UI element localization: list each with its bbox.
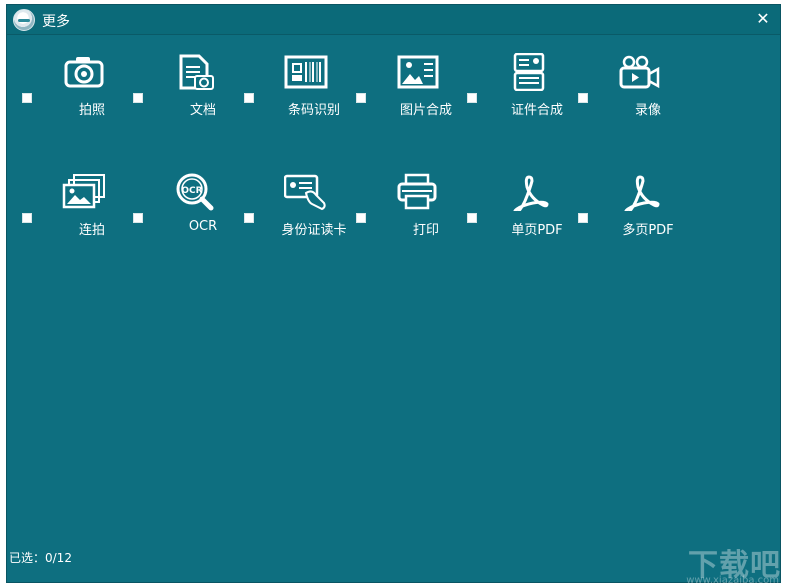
video-camera-icon [618,53,662,91]
tile-id-card-reader[interactable]: 身份证读卡 [244,173,347,243]
id-merge-icon [507,52,551,92]
tile-single-pdf[interactable]: 单页PDF [467,173,567,243]
tile-label-ocr: OCR [188,219,218,234]
checkbox-id-card-reader[interactable] [244,213,254,223]
ocr-magnifier-icon: OCR [173,173,217,211]
checkbox-print[interactable] [356,213,366,223]
tile-label-document: 文档 [189,103,216,118]
checkbox-single-pdf[interactable] [467,213,477,223]
selection-status: 已选：0/12 [9,551,72,565]
tile-label-single-pdf: 单页PDF [511,223,563,238]
barcode-icon [284,53,328,91]
tile-label-barcode: 条码识别 [287,103,340,118]
svg-text:OCR: OCR [181,186,202,196]
tile-print[interactable]: 打印 [356,173,456,243]
checkbox-barcode[interactable] [244,93,254,103]
tile-label-print: 打印 [412,223,439,238]
tile-ocr[interactable]: OCR OCR [133,173,233,243]
burst-photos-icon [62,173,106,211]
pdf-icon [507,173,551,215]
checkbox-document[interactable] [133,93,143,103]
tile-label-image-merge: 图片合成 [399,103,452,118]
tile-label-id-card-reader: 身份证读卡 [281,223,347,238]
tile-id-merge[interactable]: 证件合成 [467,52,567,123]
tile-multi-pdf[interactable]: 多页PDF [578,173,678,243]
id-card-reader-icon [283,173,328,211]
checkbox-image-merge[interactable] [356,93,366,103]
checkbox-burst[interactable] [22,213,32,223]
tile-burst[interactable]: 连拍 [22,173,122,243]
window-title: 更多 [42,14,70,30]
checkbox-id-merge[interactable] [467,93,477,103]
watermark-url: www.xiazaiba.com [686,575,779,586]
tile-video[interactable]: 录像 [578,53,678,123]
tile-label-multi-pdf: 多页PDF [622,223,674,238]
more-window: 更多 ✕ 拍照 文档 条码识别 图片合成 证件合成 录像 连拍 OCR OCR … [6,4,781,583]
tile-barcode[interactable]: 条码识别 [244,53,344,123]
title-bar: 更多 ✕ [7,5,780,35]
tile-camera[interactable]: 拍照 [22,53,122,123]
pdf-icon [618,173,662,215]
tile-image-merge[interactable]: 图片合成 [356,53,456,123]
close-button[interactable]: ✕ [754,10,772,28]
document-camera-icon [173,53,217,91]
app-logo-icon [13,9,35,31]
checkbox-video[interactable] [578,93,588,103]
printer-icon [396,173,440,211]
tile-label-video: 录像 [634,103,661,118]
tile-label-id-merge: 证件合成 [510,103,563,118]
camera-icon [62,53,106,91]
image-merge-icon [396,53,440,91]
tile-document[interactable]: 文档 [133,53,233,123]
checkbox-ocr[interactable] [133,213,143,223]
checkbox-multi-pdf[interactable] [578,213,588,223]
checkbox-camera[interactable] [22,93,32,103]
tile-label-camera: 拍照 [78,103,105,118]
tile-label-burst: 连拍 [78,223,105,238]
